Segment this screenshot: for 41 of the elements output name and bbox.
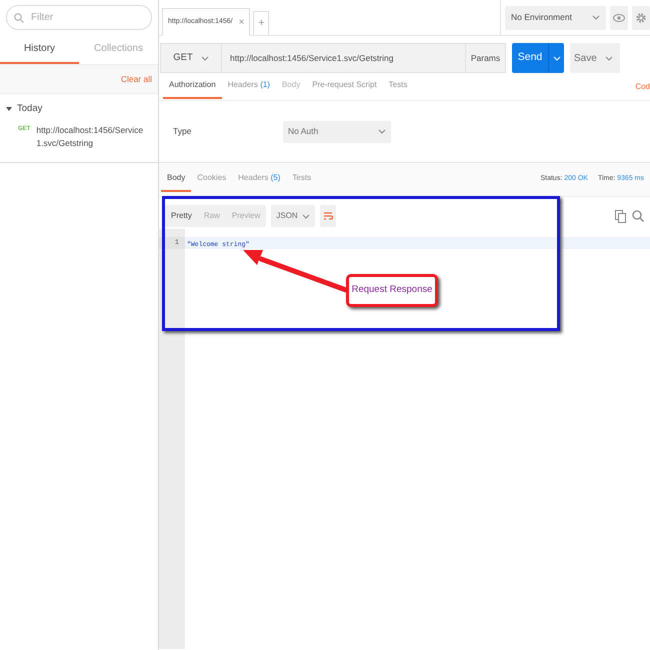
section-tab[interactable]: Headers (5) xyxy=(232,168,286,192)
filter-field[interactable]: Filter xyxy=(6,5,152,30)
callout-label: Request Response xyxy=(346,274,438,307)
sidebar-tab[interactable]: Collections xyxy=(79,38,158,64)
group-label: Today xyxy=(17,102,42,116)
wrap-lines-icon xyxy=(322,211,333,221)
close-icon[interactable]: × xyxy=(238,14,244,30)
environment-dropdown[interactable]: No Environment xyxy=(505,6,606,30)
auth-type-label: Type xyxy=(173,125,192,138)
auth-type-dropdown[interactable]: No Auth xyxy=(283,120,391,142)
url-field[interactable]: http://localhost:1456/Service1.svc/Getstring xyxy=(222,43,466,73)
chevron-down-icon xyxy=(552,56,560,60)
chevron-down-icon xyxy=(378,129,386,134)
clear-all-link[interactable]: Clear all xyxy=(120,72,152,86)
chevron-down-icon xyxy=(302,214,310,218)
new-tab-button[interactable]: + xyxy=(253,11,270,35)
section-tab[interactable]: Body xyxy=(161,168,192,192)
history-item[interactable]: http://localhost:1456/Service1.svc/Getstring xyxy=(36,124,148,150)
copy-icon[interactable] xyxy=(615,210,626,222)
eye-icon xyxy=(613,14,625,22)
chevron-down-icon xyxy=(200,56,209,60)
eye-button[interactable] xyxy=(610,6,628,30)
gear-icon xyxy=(635,12,647,24)
code-link[interactable]: Cod xyxy=(635,81,650,93)
caret-icon[interactable] xyxy=(6,106,12,112)
view-mode-button[interactable]: Pretty xyxy=(165,205,198,227)
settings-button[interactable] xyxy=(632,6,650,30)
section-tab[interactable]: Cookies xyxy=(191,168,232,192)
section-tab[interactable]: Headers (1) xyxy=(222,75,276,99)
section-tab[interactable]: Tests xyxy=(382,75,414,99)
params-button[interactable]: Params xyxy=(466,43,506,73)
wrap-button[interactable] xyxy=(320,205,336,227)
section-tab[interactable]: Authorization xyxy=(163,75,222,99)
search-icon[interactable] xyxy=(632,210,644,222)
method-dropdown[interactable]: GET xyxy=(160,43,222,73)
section-tab[interactable]: Tests xyxy=(286,168,318,192)
section-tab[interactable]: Pre-request Script xyxy=(306,75,383,99)
format-dropdown[interactable]: JSON xyxy=(271,205,315,227)
section-tab: Body xyxy=(276,75,306,99)
chevron-down-icon xyxy=(592,15,600,20)
chevron-down-icon xyxy=(604,56,613,60)
